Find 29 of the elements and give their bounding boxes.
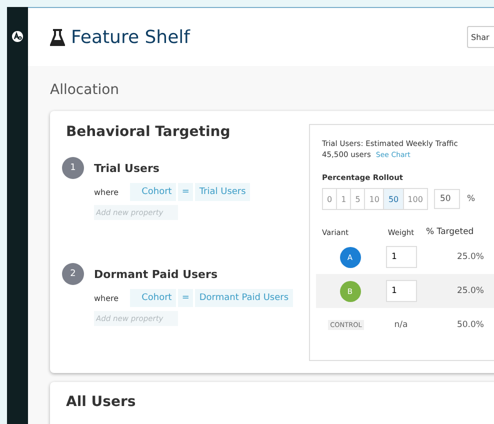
property-chip[interactable]: Cohort (130, 289, 176, 307)
weight-value: n/a (394, 320, 408, 330)
where-label: where (94, 294, 119, 302)
segment-name: Trial Users (94, 162, 160, 174)
property-chip[interactable]: Cohort (130, 183, 176, 201)
card-title: Behavioral Targeting (66, 124, 232, 140)
card-title: All Users (66, 394, 137, 410)
weight-input[interactable]: 1 (386, 280, 416, 302)
where-label: where (94, 188, 119, 196)
weight-input[interactable]: 1 (386, 246, 416, 268)
targeted-value: 25.0% (456, 252, 484, 262)
percentage-input[interactable]: 50 (434, 189, 460, 209)
rollout-option[interactable]: 50 (383, 189, 403, 209)
operator-chip[interactable]: = (178, 183, 194, 201)
section-heading: Allocation (50, 82, 120, 98)
column-header: % Targeted (425, 227, 475, 237)
step-number: 2 (62, 263, 84, 285)
operator-chip[interactable]: = (178, 289, 194, 307)
step-number: 1 (62, 157, 84, 179)
value-chip[interactable]: Trial Users (195, 183, 250, 201)
logo-icon[interactable] (12, 31, 23, 42)
value-chip[interactable]: Dormant Paid Users (195, 289, 293, 307)
share-button[interactable]: Shar (467, 26, 494, 48)
page-title: Feature Shelf (71, 26, 190, 48)
targeted-value: 25.0% (456, 286, 484, 296)
flask-icon (50, 28, 65, 46)
percent-sign: % (466, 194, 476, 204)
targeted-value: 50.0% (456, 320, 484, 330)
segment-name: Dormant Paid Users (94, 268, 218, 280)
